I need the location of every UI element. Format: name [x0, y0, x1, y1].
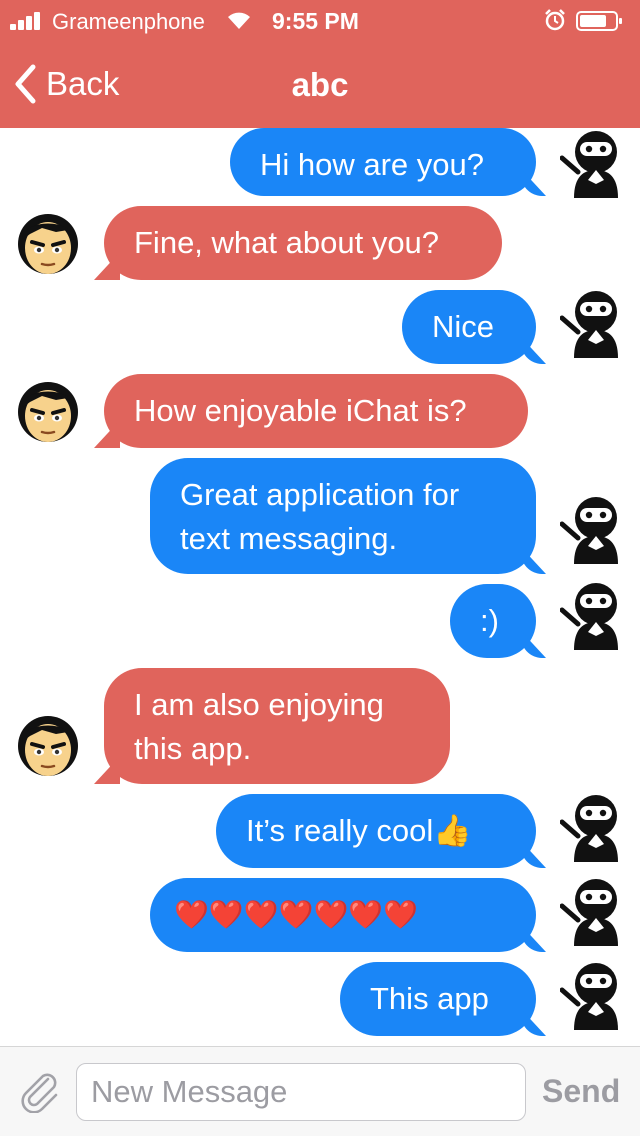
- alarm-icon: [545, 9, 565, 31]
- ninja-avatar-icon: [560, 128, 632, 200]
- boy-avatar-icon: [12, 206, 84, 278]
- status-bar: Grameenphone 9:55 PM: [0, 0, 640, 40]
- send-button[interactable]: Send: [542, 1073, 620, 1110]
- wifi-icon: [228, 12, 250, 29]
- message-bubble[interactable]: How enjoyable iChat is?: [104, 374, 528, 448]
- ninja-avatar-icon: [560, 580, 632, 652]
- top-bar: Grameenphone 9:55 PM Back abc: [0, 0, 640, 128]
- status-time: 9:55 PM: [272, 8, 359, 34]
- message-bubble[interactable]: Hi how are you?: [230, 128, 536, 196]
- message-bubble[interactable]: :): [450, 584, 536, 658]
- ninja-avatar-icon: [560, 288, 632, 360]
- message-bubble[interactable]: ❤️❤️❤️❤️❤️❤️❤️: [150, 878, 536, 952]
- carrier-name: Grameenphone: [52, 9, 205, 34]
- ninja-avatar-icon: [560, 960, 632, 1032]
- signal-icon: [10, 12, 46, 30]
- message-bubble[interactable]: Nice: [402, 290, 536, 364]
- navigation-bar: Back abc: [0, 40, 640, 128]
- conversation-title: abc: [291, 66, 349, 103]
- message-bubble[interactable]: This app: [340, 962, 536, 1036]
- boy-avatar-icon: [12, 708, 84, 780]
- message-bubble[interactable]: Great application for text messaging.: [150, 458, 536, 574]
- message-bubble[interactable]: I am also enjoying this app.: [104, 668, 450, 784]
- ninja-avatar-icon: [560, 494, 632, 566]
- boy-avatar-icon: [12, 374, 84, 446]
- paperclip-icon[interactable]: [18, 1069, 62, 1113]
- ninja-avatar-icon: [560, 792, 632, 864]
- message-composer: Send: [0, 1046, 640, 1136]
- message-input[interactable]: [76, 1063, 526, 1121]
- message-bubble[interactable]: It’s really cool👍: [216, 794, 536, 868]
- battery-icon: [576, 11, 622, 31]
- message-list[interactable]: Hi how are you? Fine, what about you? Ni…: [0, 128, 640, 1046]
- ninja-avatar-icon: [560, 876, 632, 948]
- message-bubble[interactable]: Fine, what about you?: [104, 206, 502, 280]
